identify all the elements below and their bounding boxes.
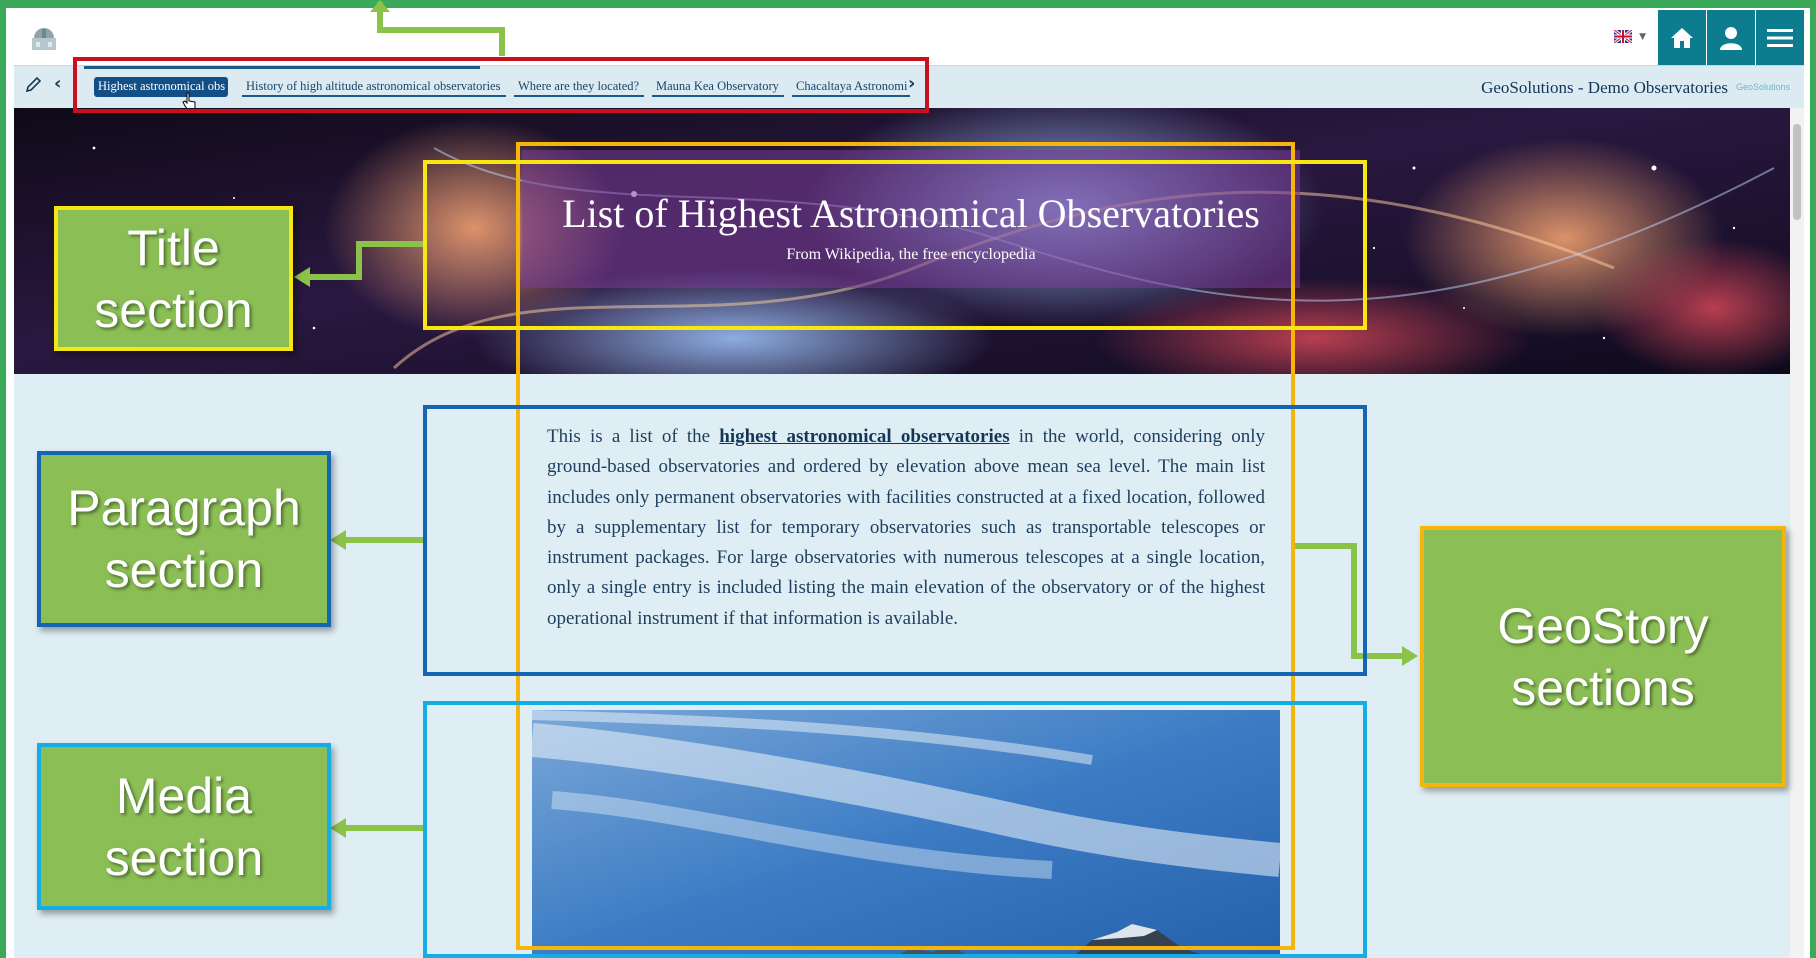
media-section-callout: Media section bbox=[37, 743, 331, 910]
title-section-callout: Title section bbox=[54, 206, 293, 351]
paragraph-section-callout: Paragraph section bbox=[37, 451, 331, 627]
geostory-arrowhead bbox=[1402, 646, 1418, 666]
nav-connector bbox=[377, 2, 505, 56]
title-section-highlight bbox=[423, 160, 1367, 330]
title-arrowhead bbox=[294, 267, 310, 287]
geostory-sections-callout: GeoStory sections bbox=[1420, 526, 1786, 787]
title-connector bbox=[305, 241, 423, 280]
nav-arrowhead bbox=[370, 0, 390, 12]
paragraph-section-highlight bbox=[423, 405, 1367, 676]
nav-tabs-highlight bbox=[73, 57, 929, 113]
paragraph-arrowhead bbox=[330, 530, 346, 550]
media-section-highlight bbox=[423, 701, 1367, 958]
media-arrowhead bbox=[330, 818, 346, 838]
